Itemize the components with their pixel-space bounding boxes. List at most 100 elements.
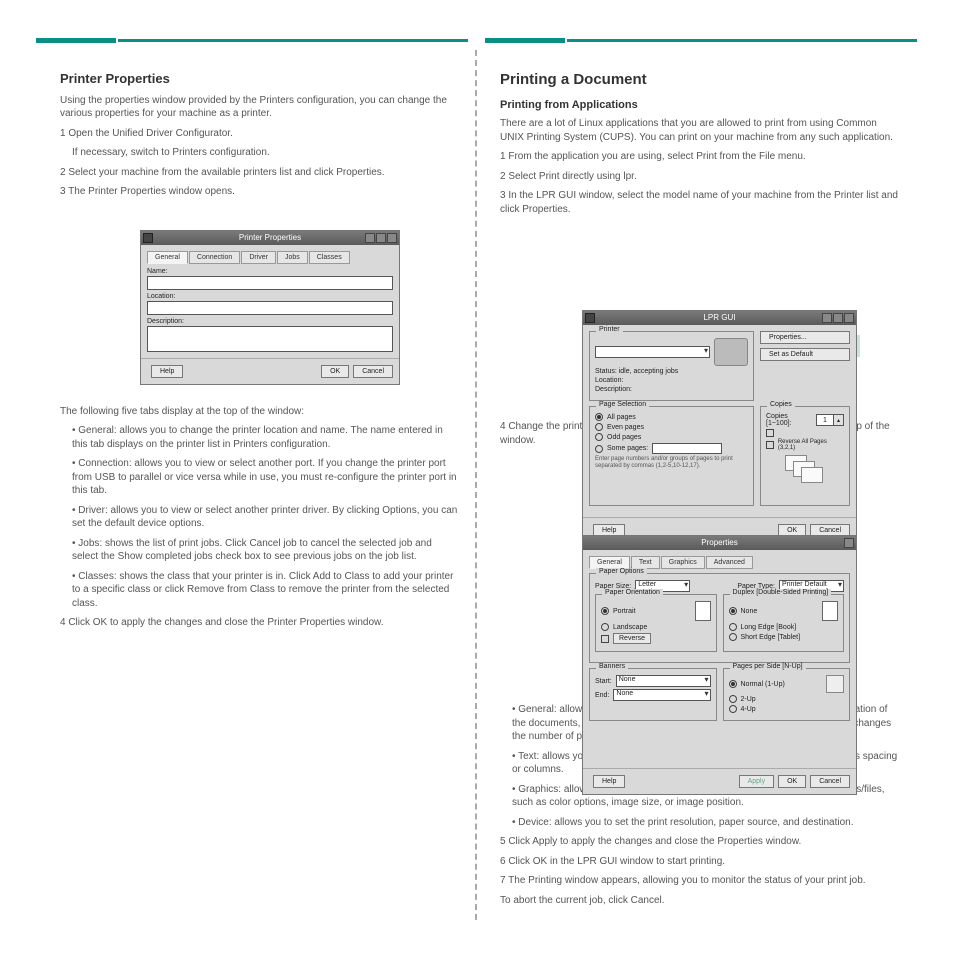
orientation-legend: Paper Orientation — [602, 589, 663, 596]
copies-spinner[interactable]: 1▴ — [816, 414, 844, 426]
paper-options-frame: Paper Options Paper Size: Letter Paper T… — [589, 573, 850, 663]
end-banner-select[interactable]: None — [613, 689, 710, 701]
dlg2-titlebar[interactable]: LPR GUI — [583, 311, 856, 325]
landscape-radio[interactable] — [601, 623, 609, 631]
all-pages-radio[interactable] — [595, 413, 603, 421]
properties-button[interactable]: Properties... — [760, 331, 850, 344]
left-after-dlg: The following five tabs display at the t… — [60, 405, 460, 419]
ok-button[interactable]: OK — [778, 775, 806, 788]
duplex-short-radio[interactable] — [729, 633, 737, 641]
printer-frame-legend: Printer — [596, 326, 623, 333]
tab-advanced[interactable]: Advanced — [706, 556, 753, 569]
description-label: Description: — [147, 318, 393, 325]
nup-2-label: 2-Up — [741, 696, 756, 703]
minimize-icon[interactable] — [365, 233, 375, 243]
start-banner-select[interactable]: None — [616, 675, 711, 687]
page-selection-legend: Page Selection — [596, 401, 649, 408]
close-icon[interactable] — [844, 538, 854, 548]
location-label: Location: — [147, 293, 393, 300]
copies-label: Copies [1~100]: — [766, 413, 812, 427]
minimize-icon[interactable] — [822, 313, 832, 323]
printer-select[interactable] — [595, 346, 710, 358]
right-step3: 3 In the LPR GUI window, select the mode… — [500, 189, 900, 216]
reverse-checkbox[interactable] — [766, 441, 774, 449]
left-step1: 1 Open the Unified Driver Configurator. — [60, 127, 460, 141]
properties-dialog: Properties General Text Graphics Advance… — [582, 535, 857, 795]
name-input[interactable] — [147, 276, 393, 290]
right-step7: 7 The Printing window appears, allowing … — [500, 874, 900, 888]
odd-pages-label: Odd pages — [607, 434, 641, 441]
tab-classes[interactable]: Classes — [309, 251, 350, 264]
rule-left-stub — [36, 38, 116, 43]
nup-2-radio[interactable] — [729, 695, 737, 703]
right-subheading: Printing from Applications — [500, 98, 900, 113]
some-pages-radio[interactable] — [595, 445, 603, 453]
dlg2-window-controls — [822, 313, 854, 323]
all-pages-label: All pages — [607, 414, 636, 421]
window-menu-icon[interactable] — [585, 313, 595, 323]
lpr-gui-dialog: LPR GUI Printer Status: idle, accepting … — [582, 310, 857, 544]
some-pages-label: Some pages: — [607, 445, 648, 452]
left-step4: 4 Click OK to apply the changes and clos… — [60, 616, 460, 630]
ok-button[interactable]: OK — [321, 365, 349, 378]
portrait-radio[interactable] — [601, 607, 609, 615]
duplex-long-radio[interactable] — [729, 623, 737, 631]
printer-location: Location: — [595, 377, 748, 384]
cancel-button[interactable]: Cancel — [810, 775, 850, 788]
page-hint: Enter page numbers and/or groups of page… — [595, 456, 748, 470]
even-pages-radio[interactable] — [595, 423, 603, 431]
dlg3-title: Properties — [701, 538, 737, 547]
bullet-connection: • Connection: allows you to view or sele… — [72, 457, 460, 498]
end-label: End: — [595, 692, 609, 699]
spinner-arrows-icon[interactable]: ▴ — [834, 414, 844, 426]
right-bul-device: • Device: allows you to set the print re… — [512, 816, 900, 830]
nup-preview-icon — [826, 675, 844, 693]
dlg1-titlebar[interactable]: Printer Properties — [141, 231, 399, 245]
nup-4-label: 4-Up — [741, 706, 756, 713]
start-label: Start: — [595, 678, 612, 685]
maximize-icon[interactable] — [833, 313, 843, 323]
odd-pages-radio[interactable] — [595, 433, 603, 441]
tab-general[interactable]: General — [147, 251, 188, 264]
left-intro: Using the properties window provided by … — [60, 94, 460, 121]
tab-driver[interactable]: Driver — [241, 251, 276, 264]
reverse-checkbox[interactable] — [601, 635, 609, 643]
banners-frame: Banners Start:None End:None — [589, 668, 717, 721]
collate-preview-icon — [785, 455, 825, 485]
tab-graphics[interactable]: Graphics — [661, 556, 705, 569]
maximize-icon[interactable] — [376, 233, 386, 243]
window-menu-icon[interactable] — [143, 233, 153, 243]
right-abort: To abort the current job, click Cancel. — [500, 894, 900, 908]
even-pages-label: Even pages — [607, 424, 644, 431]
nup-1-radio[interactable] — [729, 680, 737, 688]
collate-checkbox[interactable] — [766, 429, 774, 437]
duplex-frame: Duplex [Double-Sided Printing] None Long… — [723, 594, 845, 652]
description-input[interactable] — [147, 326, 393, 352]
dlg3-titlebar[interactable]: Properties — [583, 536, 856, 550]
rule-right-stub — [485, 38, 565, 43]
duplex-none-radio[interactable] — [729, 607, 737, 615]
landscape-label: Landscape — [613, 624, 647, 631]
nup-frame: Pages per Side [N-Up] Normal (1-Up) 2-Up… — [723, 668, 851, 721]
name-label: Name: — [147, 268, 393, 275]
duplex-long-label: Long Edge [Book] — [741, 624, 797, 631]
column-divider — [475, 50, 477, 920]
help-button[interactable]: Help — [151, 365, 183, 378]
printer-frame: Printer Status: idle, accepting jobs Loc… — [589, 331, 754, 401]
nup-4-radio[interactable] — [729, 705, 737, 713]
tab-jobs[interactable]: Jobs — [277, 251, 308, 264]
right-intro: There are a lot of Linux applications th… — [500, 117, 900, 144]
location-input[interactable] — [147, 301, 393, 315]
close-icon[interactable] — [844, 313, 854, 323]
apply-button[interactable]: Apply — [739, 775, 775, 788]
cancel-button[interactable]: Cancel — [353, 365, 393, 378]
portrait-label: Portrait — [613, 608, 636, 615]
set-default-button[interactable]: Set as Default — [760, 348, 850, 361]
tab-connection[interactable]: Connection — [189, 251, 240, 264]
left-step3: 3 The Printer Properties window opens. — [60, 185, 460, 199]
some-pages-input[interactable] — [652, 443, 722, 454]
printer-properties-dialog: Printer Properties General Connection Dr… — [140, 230, 400, 385]
bullet-general: • General: allows you to change the prin… — [72, 424, 460, 451]
help-button[interactable]: Help — [593, 775, 625, 788]
close-icon[interactable] — [387, 233, 397, 243]
